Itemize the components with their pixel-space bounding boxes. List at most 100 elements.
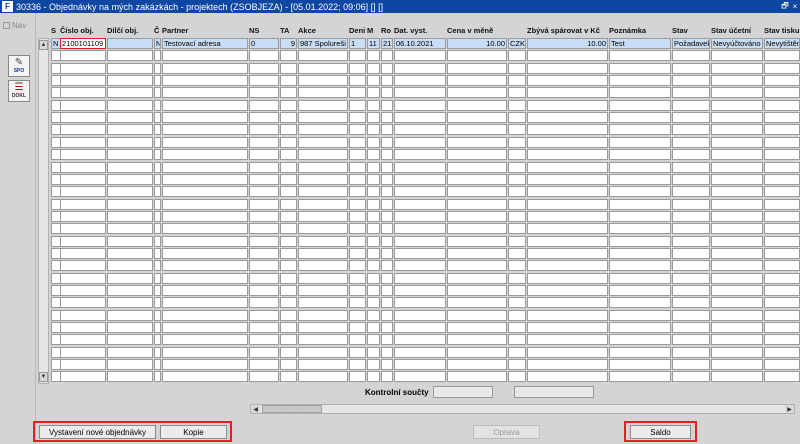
cell-dilci[interactable] [107,62,153,74]
horizontal-scrollbar[interactable]: ◀ ⋮⋮⋮⋮⋮ ▶ [250,404,795,414]
cell-m[interactable] [367,322,380,334]
cell-ns[interactable] [249,198,279,210]
cell-ro[interactable] [381,62,393,74]
cell-zbyva[interactable] [527,198,608,210]
cell-stav-ucetni[interactable] [711,210,763,222]
cell-akce[interactable] [298,99,348,111]
cell-akce[interactable] [298,198,348,210]
cell-stav[interactable]: Požadavek [672,38,710,49]
cell-zbyva[interactable] [527,210,608,222]
cell-cena[interactable] [447,50,507,62]
cell-mena[interactable] [508,285,526,296]
cell-cislo[interactable] [60,149,106,161]
cell-m[interactable] [367,173,380,185]
cell-stav-ucetni[interactable] [711,309,763,321]
cell-dat[interactable] [394,235,446,247]
cell-stav[interactable] [672,235,710,247]
cell-stav[interactable] [672,87,710,99]
cell-m[interactable] [367,235,380,247]
cell-dat[interactable] [394,149,446,161]
cell-mena[interactable] [508,124,526,136]
cell-poznamka[interactable] [609,235,671,247]
cell-akce[interactable] [298,235,348,247]
cell-ro[interactable] [381,247,393,259]
cell-partner[interactable] [162,210,248,222]
cell-cislo[interactable] [60,346,106,358]
cell-den[interactable] [349,297,366,309]
cell-ta[interactable] [280,210,297,222]
cell-poznamka[interactable] [609,75,671,87]
cell-stav-tisku[interactable] [764,235,800,247]
cell-m[interactable] [367,112,380,124]
cell-dat[interactable] [394,173,446,185]
cell-mena[interactable] [508,161,526,173]
cell-akce[interactable] [298,285,348,296]
cell-ro[interactable] [381,136,393,148]
cell-poznamka[interactable] [609,87,671,99]
cell-stav[interactable] [672,75,710,87]
cell-dilci[interactable] [107,50,153,62]
cell-dat[interactable] [394,99,446,111]
cell-mena[interactable] [508,346,526,358]
horizontal-scroll-thumb[interactable]: ⋮⋮⋮⋮⋮ [262,405,322,413]
cell-zbyva[interactable] [527,359,608,371]
cell-stav[interactable] [672,297,710,309]
cell-ro[interactable] [381,359,393,371]
cell-stav-ucetni[interactable] [711,136,763,148]
cell-poznamka[interactable] [609,260,671,272]
spo-button[interactable]: ✎ SPO [8,55,30,77]
cell-ta[interactable] [280,272,297,284]
cell-dilci[interactable] [107,346,153,358]
cell-ns[interactable] [249,161,279,173]
cell-m[interactable] [367,62,380,74]
cell-partner[interactable] [162,149,248,161]
cell-mena[interactable] [508,112,526,124]
cell-stav[interactable] [672,198,710,210]
cell-stav-tisku[interactable] [764,322,800,334]
cell-stav-ucetni[interactable] [711,371,763,383]
cell-m[interactable] [367,260,380,272]
cell-dilci[interactable] [107,223,153,235]
cell-cena[interactable] [447,124,507,136]
cell-dilci[interactable] [107,124,153,136]
cell-den[interactable] [349,346,366,358]
cell-dat[interactable] [394,371,446,383]
scroll-left-icon[interactable]: ◀ [251,405,260,413]
cell-ta[interactable] [280,297,297,309]
cell-m[interactable] [367,334,380,346]
cell-zbyva[interactable] [527,87,608,99]
cell-dilci[interactable] [107,112,153,124]
new-order-button[interactable]: Vystavení nové objednávky [39,425,156,439]
cell-stav[interactable] [672,124,710,136]
cell-c[interactable] [154,285,161,296]
cell-stav[interactable] [672,149,710,161]
cell-stav-tisku[interactable] [764,272,800,284]
cell-poznamka[interactable] [609,173,671,185]
cell-cislo[interactable] [60,235,106,247]
cell-ns[interactable] [249,235,279,247]
cell-cena[interactable] [447,247,507,259]
cell-dilci[interactable] [107,297,153,309]
cell-m[interactable] [367,87,380,99]
cell-dilci[interactable] [107,247,153,259]
cell-cena[interactable] [447,75,507,87]
cell-m[interactable] [367,99,380,111]
cell-ns[interactable] [249,285,279,296]
cell-partner[interactable] [162,186,248,198]
cell-dat[interactable] [394,186,446,198]
cell-mena[interactable] [508,371,526,383]
cell-stav[interactable] [672,136,710,148]
cell-mena[interactable] [508,297,526,309]
cell-cena[interactable] [447,62,507,74]
cell-ta[interactable] [280,62,297,74]
cell-cislo[interactable] [60,124,106,136]
cell-partner[interactable] [162,322,248,334]
cell-ro[interactable]: 21 [381,38,393,49]
cell-den[interactable] [349,136,366,148]
cell-stav[interactable] [672,285,710,296]
cell-mena[interactable] [508,50,526,62]
cell-ns[interactable] [249,223,279,235]
cell-stav[interactable] [672,309,710,321]
cell-ro[interactable] [381,272,393,284]
cell-cislo[interactable] [60,136,106,148]
